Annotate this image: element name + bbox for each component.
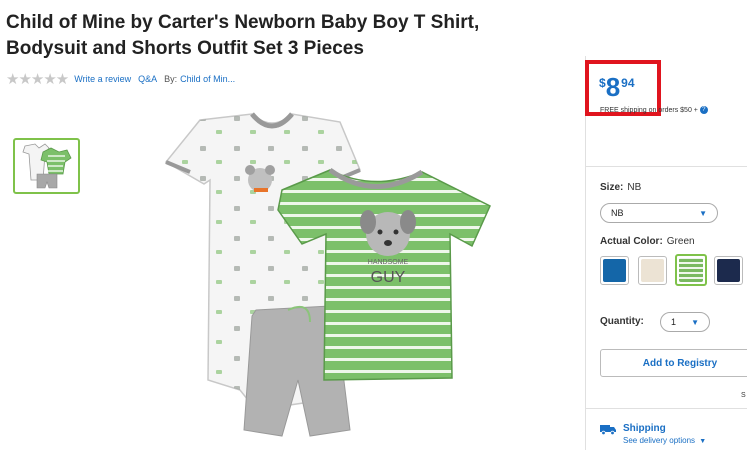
size-select-value: NB: [611, 208, 624, 218]
write-review-link[interactable]: Write a review: [74, 74, 131, 84]
tshirt-text-handsome: HANDSOME: [368, 259, 409, 266]
swatch-blue[interactable]: [600, 256, 629, 285]
rating-stars: ★★★★★: [6, 71, 69, 88]
quantity-label: Quantity:: [600, 316, 644, 327]
size-select[interactable]: NB ▼: [600, 203, 718, 223]
swatch-green-stripe[interactable]: [675, 254, 707, 286]
swatch-navy[interactable]: [714, 256, 743, 285]
shipping-title: Shipping: [623, 423, 666, 434]
outfit-illustration: HANDSOME GUY: [164, 112, 491, 437]
price-cents: 94: [621, 76, 635, 90]
product-title-line2: Bodysuit and Shorts Outfit Set 3 Pieces: [6, 38, 364, 59]
product-title-line1: Child of Mine by Carter's Newborn Baby B…: [6, 12, 480, 33]
add-to-registry-button[interactable]: Add to Registry: [600, 349, 747, 377]
product-title: Child of Mine by Carter's Newborn Baby B…: [6, 10, 566, 62]
chevron-down-icon: ▼: [691, 317, 699, 327]
quantity-value: 1: [671, 317, 677, 327]
swatch-oatmeal[interactable]: [638, 256, 667, 285]
truncated-text: S: [741, 392, 746, 399]
delivery-options-label: See delivery options: [623, 436, 696, 445]
panel-divider: [586, 166, 747, 167]
free-shipping-text: FREE shipping on orders $50 +: [600, 106, 698, 114]
thumbnail-image: [22, 143, 72, 189]
tshirt-text-guy: GUY: [371, 269, 406, 286]
panel-divider-2: [586, 408, 747, 409]
by-label: By:: [164, 74, 178, 84]
color-value: Green: [666, 236, 695, 247]
color-label: Actual Color:: [600, 236, 663, 247]
price-dollars: 8: [605, 72, 621, 102]
size-label: Size:: [600, 182, 624, 193]
price: $ 8 94: [599, 74, 635, 100]
qa-link[interactable]: Q&A: [138, 74, 157, 84]
free-shipping-note: FREE shipping on orders $50 + ?: [600, 106, 708, 114]
help-icon[interactable]: ?: [699, 106, 708, 114]
product-main-image[interactable]: HANDSOME GUY: [160, 110, 510, 450]
color-label-row: Actual Color: Green: [600, 236, 695, 247]
product-meta: ★★★★★ Write a review Q&A By: Child of Mi…: [6, 70, 242, 88]
chevron-down-icon: ▼: [699, 208, 707, 218]
price-currency: $: [599, 76, 606, 90]
chevron-down-icon: ▼: [699, 438, 707, 445]
size-label-row: Size: NB: [600, 182, 641, 193]
quantity-select[interactable]: 1 ▼: [660, 312, 710, 332]
brand-link[interactable]: Child of Min...: [180, 74, 235, 84]
size-value: NB: [627, 182, 642, 193]
product-thumbnail[interactable]: [13, 138, 80, 194]
truck-icon: [600, 422, 617, 440]
delivery-options-link[interactable]: See delivery options ▼: [623, 436, 706, 445]
